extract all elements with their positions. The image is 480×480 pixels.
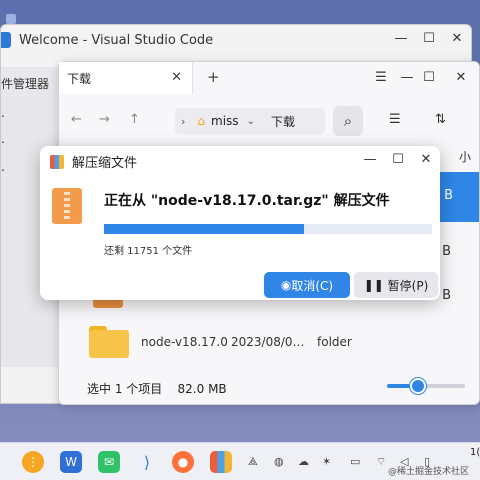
fm-tab-label: 下载: [67, 71, 92, 86]
network-icon[interactable]: ⟁: [248, 455, 258, 469]
wifi-icon[interactable]: ⌔: [376, 455, 386, 469]
file-name: node-v18.17.0: [141, 335, 228, 349]
cancel-button[interactable]: ◉ 取消(C): [264, 272, 350, 298]
zoom-slider-knob[interactable]: [410, 378, 427, 394]
tray-app-icon[interactable]: ◍: [274, 455, 284, 468]
launcher-icon[interactable]: ⋮: [22, 451, 44, 473]
row-size: B: [442, 288, 451, 303]
vscode-title: Welcome - Visual Studio Code: [19, 32, 214, 48]
sidebar-item[interactable]: .: [1, 133, 5, 145]
archive-manager-taskbar-icon[interactable]: [210, 451, 232, 473]
breadcrumb[interactable]: › ⌂ miss ⌄ 下载: [175, 108, 325, 134]
breadcrumb-current[interactable]: 下载: [271, 113, 295, 130]
status-size: 82.0 MB: [177, 382, 227, 396]
row-size: B: [442, 244, 451, 259]
fm-close-button[interactable]: ✕: [453, 70, 469, 85]
forward-arrow-icon[interactable]: →: [99, 112, 110, 127]
extract-message: 正在从 "node-v18.17.0.tar.gz" 解压文件: [104, 193, 390, 209]
vscode-close-button[interactable]: ✕: [449, 31, 465, 46]
dialog-maximize-button[interactable]: ☐: [390, 152, 406, 167]
wechat-icon[interactable]: ✉: [98, 451, 120, 473]
dialog-title: 解压缩文件: [72, 156, 138, 171]
sidebar-title: 件管理器: [1, 77, 50, 91]
clock[interactable]: 1(: [470, 447, 480, 458]
new-tab-button[interactable]: +: [207, 68, 220, 86]
up-arrow-icon[interactable]: ↑: [129, 112, 140, 127]
search-icon: ⌕: [343, 112, 353, 130]
file-row[interactable]: node-v18.17.0 2023/08/0… folder: [89, 322, 469, 362]
chevron-right-icon: ›: [181, 114, 186, 128]
file-type: folder: [317, 335, 352, 349]
status-bar: 选中 1 个项目 82.0 MB: [87, 380, 227, 397]
cloud-icon[interactable]: ☁: [298, 455, 309, 468]
extract-progress-fill: [104, 224, 305, 234]
vscode-taskbar-icon[interactable]: ⟩: [136, 451, 158, 473]
dialog-close-button[interactable]: ✕: [418, 152, 434, 167]
extract-progress-bar: [104, 224, 432, 234]
firefox-icon[interactable]: ●: [172, 451, 194, 473]
cancel-radio-icon: ◉: [280, 278, 292, 292]
desktop-top-strip: [0, 0, 480, 24]
list-view-icon[interactable]: ☰: [389, 112, 401, 127]
vscode-minimize-button[interactable]: —: [393, 31, 409, 46]
vscode-logo-icon: [1, 32, 11, 48]
fm-navbar: ← → ↑ › ⌂ miss ⌄ 下载 ⌕ ☰ ⇅: [59, 106, 479, 136]
folder-icon: [89, 326, 129, 358]
file-date: 2023/08/0…: [231, 335, 305, 349]
chevron-down-icon[interactable]: ⌄: [247, 116, 255, 127]
pause-icon: ❚❚: [363, 278, 388, 292]
status-selected: 选中 1 个项目: [87, 382, 163, 396]
dialog-minimize-button[interactable]: —: [362, 152, 378, 167]
fm-minimize-button[interactable]: —: [399, 70, 415, 85]
sidebar-item[interactable]: .: [1, 161, 5, 173]
selected-row-size: B: [444, 188, 453, 203]
size-column-header[interactable]: 小: [459, 148, 471, 165]
display-icon[interactable]: ▭: [350, 455, 360, 468]
bluetooth-icon[interactable]: ✶: [322, 455, 331, 468]
vscode-maximize-button[interactable]: ☐: [421, 31, 437, 46]
extract-dialog: 解压缩文件 — ☐ ✕ 正在从 "node-v18.17.0.tar.gz" 解…: [40, 146, 440, 300]
sidebar-item[interactable]: .: [1, 107, 5, 119]
search-button[interactable]: ⌕: [333, 106, 363, 136]
desktop-icon[interactable]: [6, 14, 16, 24]
watermark: @稀土掘金技术社区: [388, 467, 470, 477]
zoom-slider[interactable]: [387, 378, 465, 394]
breadcrumb-home[interactable]: miss: [211, 114, 239, 128]
fm-tab-downloads[interactable]: 下载 ✕: [59, 62, 193, 94]
back-arrow-icon[interactable]: ←: [71, 112, 82, 127]
close-tab-icon[interactable]: ✕: [171, 70, 182, 85]
fm-tabbar: 下载 ✕ + ☰ — ☐ ✕: [59, 62, 479, 94]
selected-row-highlight[interactable]: B: [439, 172, 479, 222]
wps-icon[interactable]: W: [60, 451, 82, 473]
pause-button[interactable]: ❚❚ 暂停(P): [354, 272, 438, 298]
dialog-titlebar[interactable]: 解压缩文件: [50, 152, 137, 171]
archive-app-icon: [50, 154, 64, 169]
sort-icon[interactable]: ⇅: [435, 112, 446, 127]
remaining-files-text: 还剩 11751 个文件: [104, 246, 193, 257]
pause-label: 暂停(P): [387, 278, 429, 293]
archive-file-icon: [52, 188, 82, 224]
home-icon: ⌂: [197, 114, 206, 128]
cancel-label: 取消(C): [291, 278, 334, 293]
fm-menu-button[interactable]: ☰: [373, 70, 389, 85]
fm-maximize-button[interactable]: ☐: [421, 70, 437, 85]
